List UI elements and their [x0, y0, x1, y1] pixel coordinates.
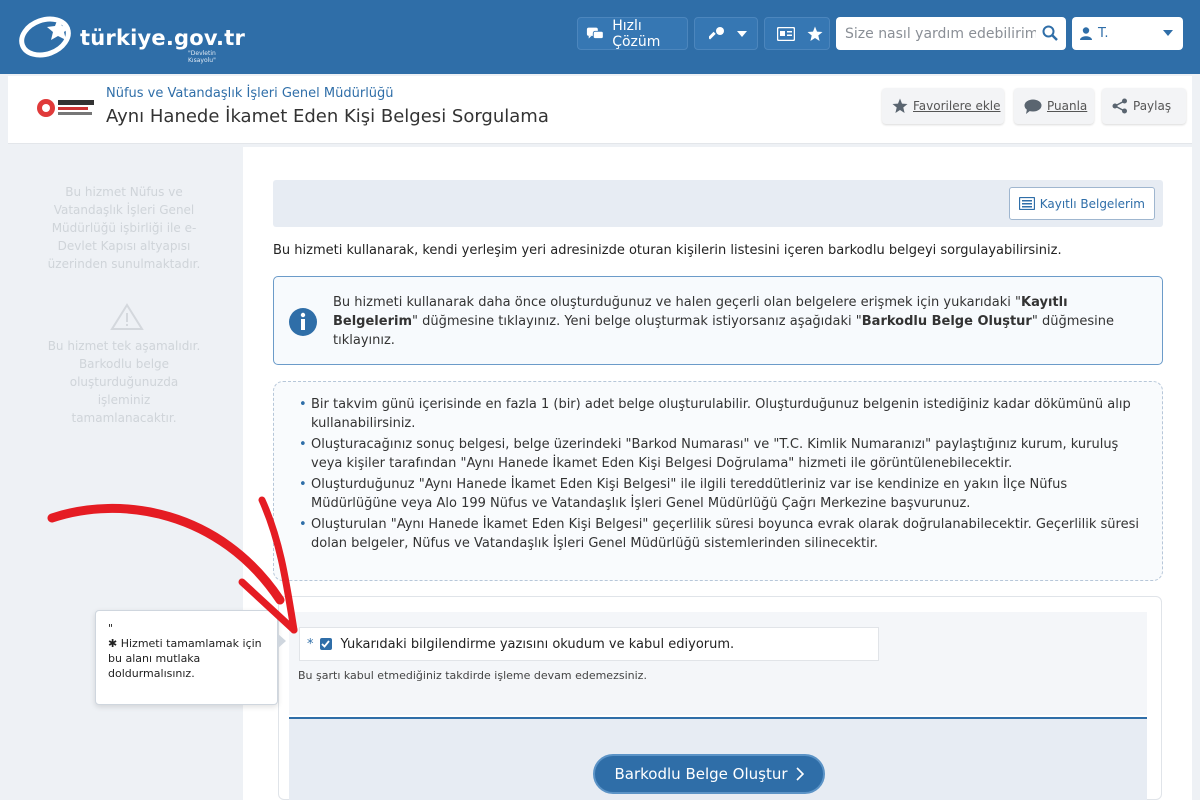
rate-label: Puanla	[1047, 99, 1088, 113]
chevron-down-icon	[1163, 30, 1173, 36]
quick-solution-label: Hızlı Çözüm	[612, 17, 661, 50]
user-menu-dropdown[interactable]: T.	[1072, 17, 1183, 50]
tooltip-text: Hizmeti tamamlamak için bu alanı mutlaka…	[108, 637, 262, 680]
star-icon	[892, 98, 908, 113]
page-title: Aynı Hanede İkamet Eden Kişi Belgesi Sor…	[106, 106, 549, 127]
id-card-favorites-button[interactable]	[764, 17, 830, 50]
chat-bubbles-icon	[586, 27, 604, 39]
logo-swoosh-icon	[19, 16, 71, 58]
service-description: Bu hizmeti kullanarak, kendi yerleşim ye…	[273, 243, 1062, 258]
chevron-down-icon	[737, 30, 747, 37]
rules-box: Bir takvim günü içerisinde en fazla 1 (b…	[273, 381, 1163, 581]
search-input[interactable]	[836, 17, 1036, 50]
share-label: Paylaş	[1133, 99, 1172, 113]
required-field-tooltip: " ✱ Hizmeti tamamlamak için bu alanı mut…	[95, 610, 286, 705]
service-title-bar: Nüfus ve Vatandaşlık İşleri Genel Müdürl…	[8, 76, 1192, 144]
share-button[interactable]: Paylaş	[1102, 88, 1186, 124]
quick-solution-button[interactable]: Hızlı Çözüm	[577, 17, 688, 50]
rules-list: Bir takvim günü içerisinde en fazla 1 (b…	[299, 396, 1139, 556]
form-card: * Yukarıdaki bilgilendirme yazısını okud…	[278, 596, 1162, 800]
consent-area: * Yukarıdaki bilgilendirme yazısını okud…	[289, 612, 1147, 715]
add-favorite-button[interactable]: Favorilere ekle	[882, 88, 1004, 124]
tooltip-message: ✱ Hizmeti tamamlamak için bu alanı mutla…	[108, 636, 265, 681]
list-icon	[1018, 197, 1035, 210]
create-barcoded-document-button[interactable]: Barkodlu Belge Oluştur	[593, 754, 825, 794]
logo-text: türkiye.gov.tr	[80, 26, 246, 50]
submit-label: Barkodlu Belge Oluştur	[614, 765, 788, 783]
saved-documents-label: Kayıtlı Belgelerim	[1039, 196, 1145, 211]
warning-icon	[110, 303, 144, 330]
submit-area: Barkodlu Belge Oluştur	[289, 717, 1147, 800]
top-header: türkiye.gov.tr "Devletin Kısayolu" Hızlı…	[0, 0, 1200, 74]
search-box	[836, 17, 1066, 50]
star-icon	[807, 26, 823, 41]
rule-item: Bir takvim günü içerisinde en fazla 1 (b…	[299, 396, 1139, 433]
consent-label: Yukarıdaki bilgilendirme yazısını okudum…	[340, 636, 735, 652]
comment-icon	[1024, 99, 1042, 114]
add-favorite-label: Favorilere ekle	[913, 99, 1001, 113]
rule-item: Oluşturacağınız sonuç belgesi, belge üze…	[299, 436, 1139, 473]
main-content: Kayıtlı Belgelerim Bu hizmeti kullanarak…	[243, 147, 1192, 800]
documents-toolbar: Kayıtlı Belgelerim	[273, 180, 1163, 227]
required-mark: *	[307, 636, 314, 652]
institution-link[interactable]: Nüfus ve Vatandaşlık İşleri Genel Müdürl…	[106, 86, 394, 101]
share-icon	[1112, 98, 1127, 114]
consent-note: Bu şartı kabul etmediğiniz takdirde işle…	[298, 669, 647, 682]
turkiye-gov-logo[interactable]: türkiye.gov.tr "Devletin Kısayolu"	[18, 12, 245, 64]
info-icon	[289, 308, 317, 336]
info-text-part: Bu hizmeti kullanarak daha önce oluşturd…	[333, 295, 1022, 310]
chevron-right-icon	[795, 767, 804, 781]
provider-info: Bu hizmet Nüfus ve Vatandaşlık İşleri Ge…	[47, 185, 201, 271]
step-info: Bu hizmet tek aşamalıdır. Barkodlu belge…	[47, 339, 201, 425]
tooltip-star: ✱	[108, 637, 118, 650]
logo-tagline: "Devletin Kısayolu"	[188, 50, 216, 64]
rule-item: Oluşturulan "Aynı Hanede İkamet Eden Kiş…	[299, 516, 1139, 553]
user-name: T.	[1098, 26, 1109, 41]
info-text: Bu hizmeti kullanarak daha önce oluşturd…	[333, 293, 1123, 350]
consent-checkbox[interactable]	[319, 638, 332, 650]
info-create-emphasis: Barkodlu Belge Oluştur	[861, 314, 1032, 329]
info-box: Bu hizmeti kullanarak daha önce oluşturd…	[273, 276, 1163, 365]
user-icon	[1080, 27, 1092, 40]
consent-checkbox-row[interactable]: * Yukarıdaki bilgilendirme yazısını okud…	[299, 627, 879, 661]
rate-button[interactable]: Puanla	[1014, 88, 1094, 124]
info-text-part: " düğmesine tıklayınız. Yeni belge oluşt…	[412, 314, 862, 329]
check-icon	[321, 640, 330, 648]
saved-documents-button[interactable]: Kayıtlı Belgelerim	[1008, 187, 1155, 220]
id-card-icon	[777, 26, 795, 41]
key-icon	[709, 26, 724, 40]
tooltip-quote: "	[108, 622, 114, 635]
e-devlet-login-dropdown[interactable]	[694, 17, 758, 50]
rule-item: Oluşturduğunuz "Aynı Hanede İkamet Eden …	[299, 476, 1139, 513]
nvi-logo-icon	[37, 99, 94, 117]
search-icon[interactable]	[1042, 25, 1058, 41]
